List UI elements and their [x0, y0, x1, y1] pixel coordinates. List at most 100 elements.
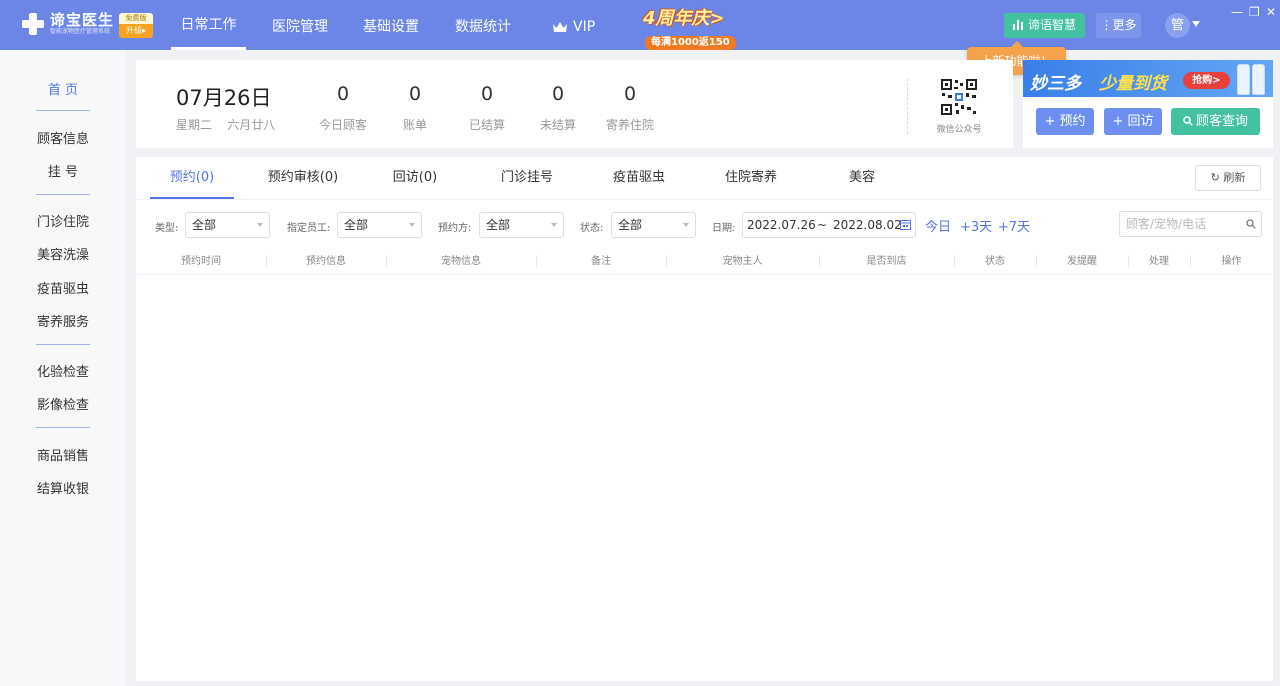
quick-date-today[interactable]: 今日 [925, 216, 951, 235]
nav-basic-settings[interactable]: 基础设置 [363, 0, 419, 50]
anniversary-promo-banner[interactable]: 4周年庆> 每满1000返150 [637, 8, 737, 50]
column-header-pet-owner: 宠物主人 [722, 256, 763, 267]
column-header-appointment-info: 预约信息 [306, 256, 346, 267]
customer-query-label: 顾客查询 [1195, 114, 1248, 129]
tab-grooming[interactable]: 美容 [838, 157, 886, 199]
tab-outpatient-registration[interactable]: 门诊挂号 [490, 157, 564, 199]
sidebar-item-lab-test[interactable]: 化验检查 [0, 361, 126, 380]
customer-search-input[interactable] [1120, 212, 1238, 236]
user-avatar[interactable]: 管 [1165, 13, 1190, 38]
sidebar-item-customer-info[interactable]: 顾客信息 [0, 128, 126, 147]
date-filter-label: 日期: [712, 223, 736, 234]
type-filter-value: 全部 [192, 218, 217, 232]
add-revisit-button[interactable]: + 回访 [1104, 108, 1162, 135]
stat-boarding[interactable]: 0 寄养住院 [585, 82, 675, 133]
sidebar-item-home[interactable]: 首 页 [0, 79, 126, 98]
restore-icon[interactable]: ❐ [1249, 6, 1260, 18]
weekday: 星期二 [176, 118, 213, 132]
top-navigation-bar: 谛宝医生 智能宠物医疗管理系统 免费版 升级▸ 日常工作 医院管理 基础设置 数… [0, 0, 1280, 50]
more-button[interactable]: ⋮更多 [1096, 13, 1141, 38]
staff-filter-value: 全部 [344, 218, 369, 232]
chevron-down-icon[interactable] [1192, 21, 1200, 27]
status-filter-select[interactable]: 全部 [611, 212, 696, 238]
party-filter-select[interactable]: 全部 [479, 212, 564, 238]
chevron-down-icon [409, 223, 415, 227]
edition-label: 免费版 [119, 13, 153, 24]
appointments-panel [136, 157, 1273, 681]
type-filter-select[interactable]: 全部 [185, 212, 270, 238]
cross-logo-icon [22, 13, 44, 35]
tab-vaccine-deworming[interactable]: 疫苗驱虫 [602, 157, 676, 199]
sidebar-divider [36, 110, 90, 111]
sidebar-item-registration[interactable]: 挂 号 [0, 161, 126, 180]
calendar-icon [900, 220, 911, 230]
promo-banner-text: 少量到货 [1099, 74, 1167, 94]
column-header-pet-info: 宠物信息 [441, 256, 481, 267]
sidebar-item-vaccine[interactable]: 疫苗驱虫 [0, 278, 126, 297]
refresh-label: 刷新 [1223, 171, 1246, 184]
chevron-down-icon [683, 223, 689, 227]
qr-code-label: 微信公众号 [936, 125, 982, 135]
promo-banner[interactable]: 妙三多 少量到货 抢购> [1023, 60, 1273, 97]
add-appointment-label: 预约 [1059, 114, 1086, 129]
sidebar-item-imaging[interactable]: 影像检查 [0, 394, 126, 413]
sidebar-divider [36, 427, 90, 428]
tab-appointment-review[interactable]: 预约审核(0) [258, 157, 348, 199]
tab-hospital-boarding[interactable]: 住院寄养 [714, 157, 788, 199]
smart-wisdom-label: 谛语智慧 [1027, 18, 1076, 32]
sidebar-item-boarding[interactable]: 寄养服务 [0, 311, 126, 330]
column-header-appointment-time: 预约时间 [181, 256, 221, 267]
date-separator: ~ [817, 218, 828, 232]
sidebar-divider [36, 194, 90, 195]
column-header-arrived: 是否到店 [866, 256, 907, 267]
minimize-icon[interactable]: — [1231, 6, 1243, 18]
anniversary-title: 4周年庆> [643, 8, 725, 29]
staff-filter-label: 指定员工: [287, 223, 331, 234]
smart-wisdom-button[interactable]: 谛语智慧 [1004, 13, 1085, 38]
sidebar-item-outpatient[interactable]: 门诊住院 [0, 211, 126, 230]
product-bottle-icon [1252, 64, 1265, 95]
today-stats-card: 07月26日 星期二 六月廿八 0 今日顾客 0 账单 0 已结算 0 未结算 … [136, 60, 1013, 148]
nav-vip[interactable]: VIP [553, 0, 595, 50]
type-filter-label: 类型: [155, 223, 179, 234]
close-icon[interactable]: ✕ [1266, 6, 1276, 18]
quick-date-plus-3-days[interactable]: +3天 [960, 216, 992, 235]
app-name: 谛宝医生 [50, 11, 115, 29]
column-header-handle: 处理 [1149, 256, 1169, 267]
app-tagline: 智能宠物医疗管理系统 [50, 28, 111, 35]
nav-daily-work[interactable]: 日常工作 [171, 0, 246, 50]
upgrade-label: 升级 [125, 26, 142, 35]
nav-vip-label: VIP [573, 19, 596, 35]
nav-hospital-management[interactable]: 医院管理 [272, 0, 328, 50]
column-header-status: 状态 [985, 256, 1005, 267]
stats-divider [907, 78, 908, 134]
promo-banner-brand: 妙三多 [1030, 74, 1081, 94]
buy-now-button[interactable]: 抢购> [1183, 72, 1230, 89]
sidebar-item-grooming[interactable]: 美容洗澡 [0, 244, 126, 263]
sidebar-item-sales[interactable]: 商品销售 [0, 445, 126, 464]
refresh-button[interactable]: ↻ 刷新 [1195, 165, 1261, 191]
plus-icon: + [1112, 114, 1128, 129]
tab-revisit[interactable]: 回访(0) [380, 157, 450, 199]
quick-date-plus-7-days[interactable]: +7天 [998, 216, 1030, 235]
app-logo[interactable]: 谛宝医生 智能宠物医疗管理系统 [22, 12, 114, 36]
today-weekday-lunar: 星期二 六月廿八 [176, 116, 275, 133]
status-filter-value: 全部 [618, 218, 643, 232]
sidebar-item-checkout[interactable]: 结算收银 [0, 478, 126, 497]
party-filter-label: 预约方: [438, 223, 472, 234]
qr-code-icon[interactable] [939, 77, 979, 117]
search-icon[interactable] [1246, 219, 1256, 229]
customer-query-button[interactable]: 顾客查询 [1171, 108, 1260, 135]
edition-badge[interactable]: 免费版 升级▸ [119, 13, 153, 38]
status-filter-label: 状态: [580, 223, 604, 234]
tab-appointments[interactable]: 预约(0) [150, 157, 234, 199]
sidebar-divider [36, 344, 90, 345]
more-dots-icon: ⋮ [1100, 18, 1113, 32]
add-appointment-button[interactable]: + 预约 [1036, 108, 1094, 135]
nav-data-statistics[interactable]: 数据统计 [455, 0, 511, 50]
staff-filter-select[interactable]: 全部 [337, 212, 422, 238]
chevron-down-icon [551, 223, 557, 227]
sidebar: 首 页 顾客信息 挂 号 门诊住院 美容洗澡 疫苗驱虫 寄养服务 化验检查 影像… [0, 50, 126, 686]
date-range-picker[interactable]: 2022.07.26 ~ 2022.08.02 [742, 212, 916, 238]
crown-icon [553, 22, 567, 32]
